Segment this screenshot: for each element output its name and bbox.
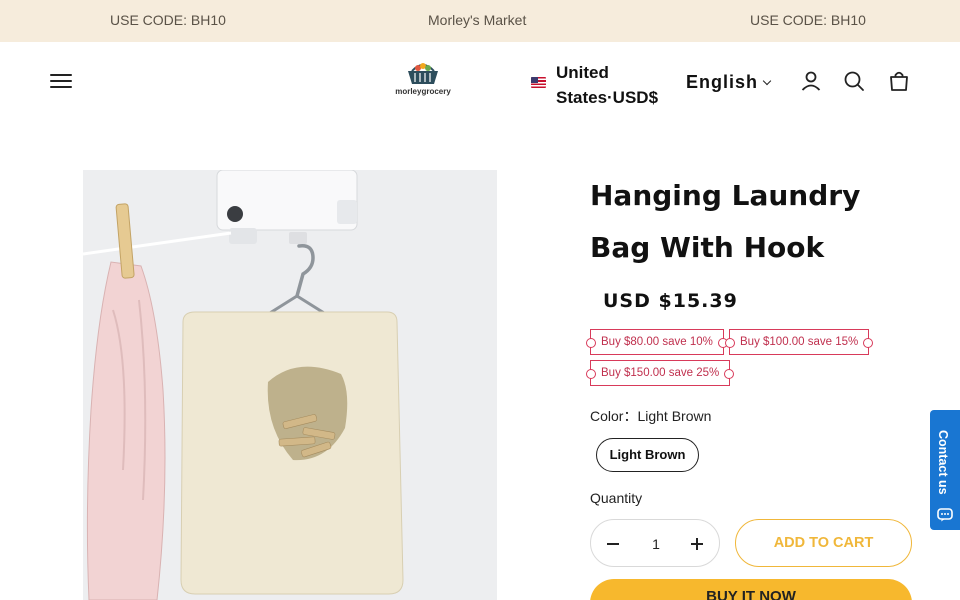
buy-now-button[interactable]: BUY IT NOW [590, 579, 912, 600]
announcement-item: USE CODE: BH10 [750, 12, 866, 28]
product-photo [83, 170, 497, 600]
product-title: Hanging Laundry Bag With Hook [590, 179, 861, 264]
cart-icon[interactable] [888, 70, 910, 92]
color-option-light-brown[interactable]: Light Brown [596, 438, 699, 472]
contact-us-tab[interactable]: Contact us [930, 410, 960, 530]
quantity-input[interactable] [635, 532, 677, 556]
search-icon[interactable] [843, 70, 865, 92]
add-to-cart-button[interactable]: ADD TO CART [735, 519, 912, 567]
product-image[interactable] [83, 170, 497, 600]
contact-label: Contact us [936, 430, 950, 495]
quantity-stepper [590, 519, 720, 567]
quantity-label: Quantity [590, 490, 643, 506]
minus-icon[interactable] [601, 532, 625, 556]
language-label: English [686, 72, 759, 92]
logo-text: morleygrocery [395, 87, 451, 96]
discount-badge: Buy $150.00 save 25% [585, 360, 735, 386]
product-info: Hanging Laundry Bag With Hook USD $15.39… [585, 170, 920, 600]
language-selector[interactable]: English [686, 72, 772, 93]
discount-badge: Buy $80.00 save 10% [586, 329, 728, 355]
plus-icon[interactable] [685, 532, 709, 556]
region-currency-selector[interactable]: United States·USD$ [531, 56, 671, 108]
chevron-down-icon [762, 76, 772, 86]
announcement-item: USE CODE: BH10 [110, 12, 226, 28]
store-logo[interactable]: morleygrocery [392, 62, 454, 102]
product-price: USD $15.39 [603, 290, 738, 312]
announcement-item: Morley's Market [428, 12, 527, 28]
region-label: United States·USD$ [556, 63, 659, 107]
color-label: Color：Light Brown [590, 408, 712, 424]
basket-logo-icon [408, 63, 438, 84]
site-header: morleygrocery United States·USD$ English [0, 42, 960, 122]
announcement-bar: USE CODE: BH10 Morley's Market USE CODE:… [0, 0, 960, 42]
account-icon[interactable] [800, 70, 822, 92]
chat-icon [937, 508, 953, 522]
menu-icon[interactable] [50, 70, 74, 92]
discount-badge: Buy $100.00 save 15% [724, 329, 874, 355]
us-flag-icon [531, 77, 546, 88]
